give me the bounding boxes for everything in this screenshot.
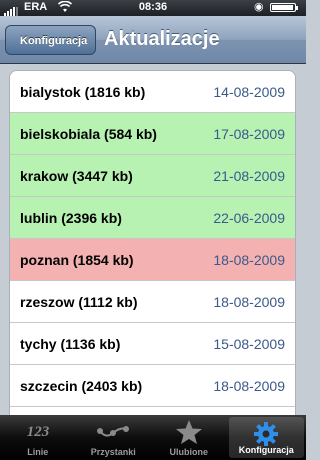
battery-icon: [270, 3, 298, 12]
update-date: 17-08-2009: [213, 125, 285, 142]
tab-label: Linie: [27, 447, 49, 457]
updates-list[interactable]: bialystok (1816 kb) 14-08-2009 bielskobial…: [9, 70, 296, 415]
city-name: lublin (2396 kb): [20, 209, 122, 226]
tab-konfiguracja[interactable]: Konfiguracja: [228, 417, 305, 458]
list-item[interactable]: bielskobiala (584 kb) 17-08-2009: [10, 113, 295, 155]
update-date: 22-06-2009: [213, 209, 285, 226]
page-title: Aktualizacje: [104, 28, 220, 50]
city-name: krakow (3447 kb): [20, 167, 133, 184]
city-name: szczecin (2403 kb): [20, 377, 143, 394]
list-item[interactable]: poznan (1854 kb) 18-08-2009: [10, 239, 295, 281]
orientation-lock-icon: ◉: [254, 1, 264, 13]
tab-label: Przystanki: [90, 447, 136, 457]
status-bar: ERA 08:36 ◉: [0, 0, 306, 16]
tab-label: Ulubione: [169, 447, 209, 457]
list-item[interactable]: krakow (3447 kb) 21-08-2009: [10, 155, 295, 197]
navigation-bar: Konfiguracja Aktualizacje: [0, 16, 306, 64]
city-name: bialystok (1816 kb): [20, 83, 146, 100]
tab-linie[interactable]: 123 Linie: [0, 415, 76, 460]
back-button-label: Konfiguracja: [20, 35, 88, 47]
list-item[interactable]: tychy (1136 kb) 15-08-2009: [10, 323, 295, 365]
update-date: 18-08-2009: [213, 251, 285, 268]
city-name: poznan (1854 kb): [20, 251, 134, 268]
list-item[interactable]: rzeszow (1112 kb) 18-08-2009: [10, 281, 295, 323]
gear-icon: [229, 421, 305, 447]
update-date: 15-08-2009: [213, 335, 285, 352]
star-icon: [151, 419, 227, 445]
update-date: 21-08-2009: [213, 167, 285, 184]
list-item[interactable]: bialystok (1816 kb) 14-08-2009: [10, 71, 295, 113]
city-name: rzeszow (1112 kb): [20, 293, 138, 310]
123-icon: 123: [0, 419, 76, 445]
list-item[interactable]: lublin (2396 kb) 22-06-2009: [10, 197, 295, 239]
update-date: 18-08-2009: [213, 377, 285, 394]
route-icon: [76, 419, 152, 445]
svg-text:123: 123: [27, 424, 50, 440]
update-date: 18-08-2009: [213, 293, 285, 310]
back-button[interactable]: Konfiguracja: [5, 25, 97, 55]
tab-label: Konfiguracja: [238, 445, 294, 455]
tab-ulubione[interactable]: Ulubione: [151, 415, 227, 460]
list-item[interactable]: szczecin (2403 kb) 18-08-2009: [10, 365, 295, 407]
city-name: tychy (1136 kb): [20, 335, 121, 352]
tab-bar: 123 Linie Przystanki Ulubione Konfigurac…: [0, 415, 306, 460]
city-name: bielskobiala (584 kb): [20, 125, 157, 142]
tab-przystanki[interactable]: Przystanki: [76, 415, 152, 460]
update-date: 14-08-2009: [213, 83, 285, 100]
